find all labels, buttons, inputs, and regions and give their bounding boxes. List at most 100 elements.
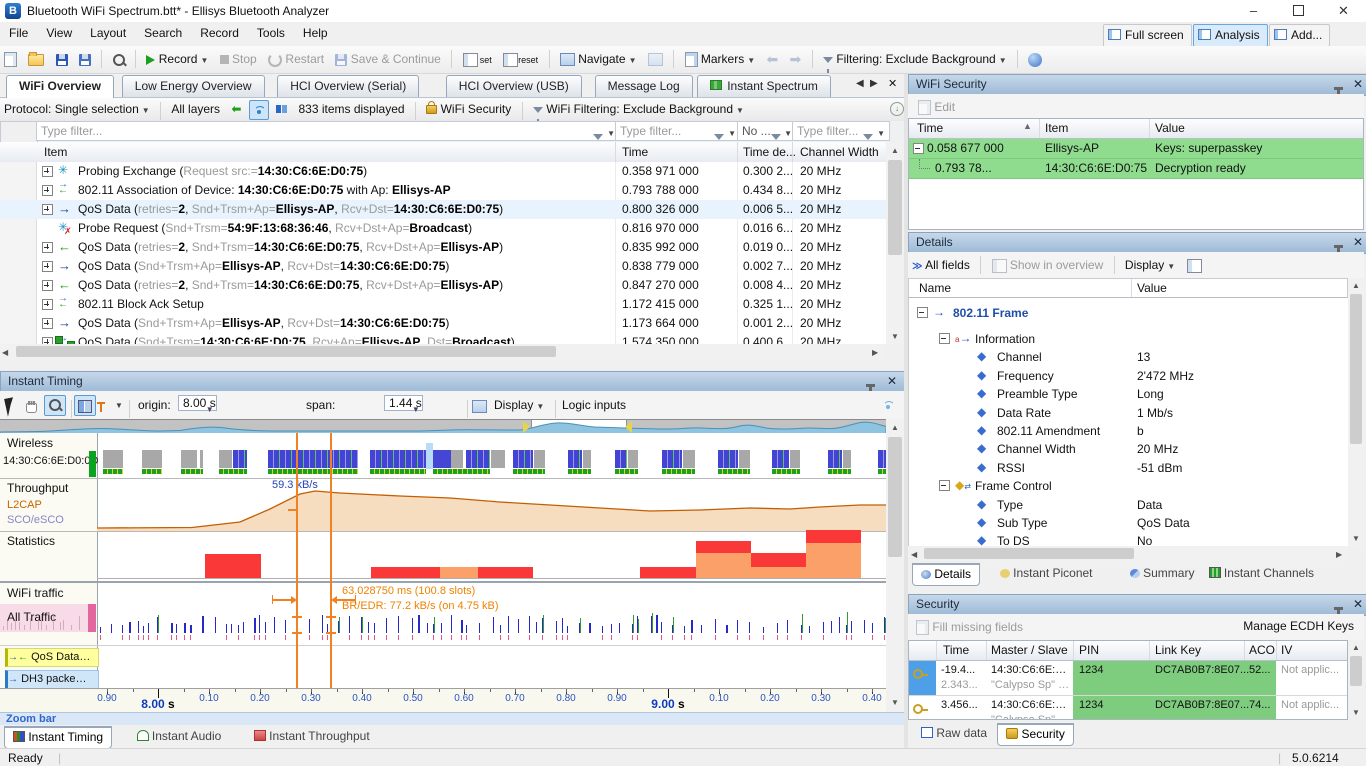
table-row[interactable]: ✳✗Probe Request (Snd+Trsm=54:9F:13:68:36… (0, 219, 886, 238)
select-tool-icon[interactable] (4, 397, 17, 416)
column-header-name[interactable]: Name (919, 281, 951, 295)
tab-message-log[interactable]: Message Log (595, 75, 693, 97)
tab-low-energy-overview[interactable]: Low Energy Overview (122, 75, 265, 97)
minimize-button[interactable]: – (1231, 0, 1276, 22)
tab-scroll-right-icon[interactable]: ▶ (870, 78, 878, 89)
collapse-icon[interactable] (917, 307, 928, 318)
tree-row[interactable]: ◆Sub TypeQoS Data (909, 514, 1348, 532)
tab-instant-channels[interactable]: Instant Channels (1200, 563, 1323, 585)
menu-help[interactable]: Help (294, 22, 337, 44)
filter-funnel-icon[interactable] (771, 134, 781, 140)
stop-button[interactable]: Stop (216, 48, 261, 70)
tree-row[interactable]: ◆To DSNo (909, 532, 1348, 546)
tree-row[interactable]: ◆Channel Width20 MHz (909, 440, 1348, 458)
find-button[interactable] (109, 48, 129, 70)
expand-icon[interactable] (42, 185, 53, 196)
zoom-handle-left[interactable] (523, 421, 530, 433)
column-header-item[interactable]: Item (44, 145, 67, 159)
details-vscrollbar[interactable]: ▲ ▼ (1348, 278, 1364, 546)
menu-layout[interactable]: Layout (81, 22, 135, 44)
marker2-chip[interactable]: → DH3 packet (... (5, 670, 99, 688)
tree-row[interactable]: ◆Channel13 (909, 348, 1348, 366)
tab-instant-piconet[interactable]: Instant Piconet (991, 563, 1102, 585)
table-row[interactable]: -19.4...2.343...14:30:C6:6E:D0..."Calyps… (909, 661, 1347, 696)
column-header-time[interactable]: Time (917, 121, 943, 135)
tree-row[interactable]: ◆TypeData (909, 496, 1348, 514)
wifi-layer-toggle[interactable] (249, 100, 269, 120)
tree-row[interactable]: ◆Data Rate1 Mb/s (909, 404, 1348, 422)
security-vscrollbar[interactable]: ▲ ▼ (1348, 640, 1364, 720)
tab-hci-overview-usb-[interactable]: HCI Overview (USB) (446, 75, 582, 97)
tab-instant-spectrum[interactable]: Instant Spectrum (697, 75, 831, 97)
wifi-security-header[interactable]: WiFi Security ✕ (908, 74, 1366, 96)
tab-instant-timing[interactable]: Instant Timing (4, 726, 112, 749)
table-row[interactable]: ←QoS Data (retries=2, Snd+Trsm=14:30:C6:… (0, 238, 886, 257)
filter-chevron-icon[interactable]: ▼ (607, 125, 615, 143)
display-menu[interactable]: Display▼ (494, 398, 544, 412)
tab-summary[interactable]: Summary (1121, 563, 1204, 585)
panel-close-icon[interactable]: ✕ (887, 372, 897, 391)
column-header-pin[interactable]: PIN (1079, 643, 1099, 657)
add-perspective-button[interactable]: Add... (1269, 24, 1330, 47)
show-in-overview-button[interactable]: Show in overview (988, 254, 1108, 276)
maximize-button[interactable] (1276, 0, 1321, 22)
scroll-left-icon[interactable]: ◀ (911, 550, 917, 559)
filter-funnel-icon[interactable] (863, 134, 873, 140)
tree-row[interactable]: ◆RSSI-51 dBm (909, 459, 1348, 477)
tree-row[interactable]: ◆802.11 Amendmentb (909, 422, 1348, 440)
menu-file[interactable]: File (0, 22, 37, 44)
close-button[interactable]: ✕ (1321, 0, 1366, 22)
time-filter-input[interactable]: Type filter... ▼ (615, 121, 741, 141)
markers-button[interactable]: Markers▼ (681, 48, 760, 70)
display-options-icon[interactable] (472, 400, 487, 413)
overview-hscrollbar[interactable]: ◀ ▶ (0, 344, 886, 359)
zoom-bar-strip[interactable]: Zoom bar (0, 712, 905, 725)
marker-tool-icon[interactable] (100, 402, 102, 412)
table-row[interactable]: ←QoS Data (retries=2, Snd+Trsm=14:30:C6:… (0, 276, 886, 295)
restart-button[interactable]: Restart (264, 48, 328, 70)
wifi-filtering-button[interactable]: WiFi Filtering: Exclude Background▼ (529, 98, 748, 120)
tab-close-icon[interactable]: ✕ (888, 77, 897, 90)
scroll-up-icon[interactable]: ▲ (886, 142, 904, 155)
tree-row[interactable]: ◆Frequency2'472 MHz (909, 367, 1348, 385)
all-fields-button[interactable]: ≫ All fields (908, 254, 974, 276)
navigate-secondary-button[interactable] (644, 48, 667, 70)
all-layers-label[interactable]: All layers (167, 98, 224, 120)
timing-tracks[interactable]: Wireless 14:30:C6:6E:D0:0D Throughput L2… (0, 433, 886, 688)
span-input[interactable]: 1.44 s▼ (384, 395, 423, 411)
column-header-iv[interactable]: IV (1281, 643, 1292, 657)
chevron-down-icon[interactable]: ▼ (115, 401, 123, 410)
item-filter-input[interactable]: Type filter... ▼ (36, 121, 620, 141)
tab-instant-audio[interactable]: Instant Audio (128, 726, 231, 748)
column-header-width[interactable]: Channel Width (800, 145, 879, 159)
filter-chevron-icon[interactable]: ▼ (784, 125, 792, 143)
scroll-right-icon[interactable]: ▶ (872, 348, 878, 357)
menu-tools[interactable]: Tools (248, 22, 294, 44)
record-button[interactable]: Record▼ (142, 48, 212, 70)
expand-icon[interactable] (42, 242, 53, 253)
zoom-tool-button[interactable] (44, 395, 66, 416)
tab-hci-overview-serial-[interactable]: HCI Overview (Serial) (277, 75, 419, 97)
collapse-icon[interactable] (913, 143, 924, 154)
table-row[interactable]: →QoS Data (retries=2, Snd+Trsm+Ap=Ellisy… (0, 200, 886, 219)
manage-ecdh-keys-button[interactable]: Manage ECDH Keys (1243, 619, 1354, 633)
scroll-right-icon[interactable]: ▶ (1336, 550, 1342, 559)
goto-icon[interactable]: ↓ (890, 102, 904, 116)
tab-security[interactable]: Security (997, 723, 1074, 746)
scroll-up-icon[interactable]: ▲ (1348, 278, 1364, 290)
column-header-item[interactable]: Item (1045, 121, 1068, 135)
table-row[interactable]: →←QoS Data (Snd+Trsm=14:30:C6:6E:D0:75, … (0, 333, 886, 344)
tab-wifi-overview[interactable]: WiFi Overview (6, 75, 114, 98)
table-row[interactable]: →QoS Data (Snd+Trsm+Ap=Ellisys-AP, Rcv+D… (0, 314, 886, 333)
menu-view[interactable]: View (37, 22, 81, 44)
column-header-time[interactable]: Time (622, 145, 648, 159)
details-hscrollbar[interactable]: ◀ ▶ (908, 546, 1348, 561)
tree-row[interactable]: ◆Preamble TypeLong (909, 385, 1348, 403)
save-as-button[interactable] (75, 48, 95, 70)
next-marker-button[interactable]: ➡ (786, 48, 806, 70)
marker1-chip[interactable]: →← QoS Data (ret... (5, 648, 99, 667)
save-continue-button[interactable]: Save & Continue (331, 48, 444, 70)
table-row[interactable]: →←802.11 Block Ack Setup1.172 415 0000.3… (0, 295, 886, 314)
column-header-linkkey[interactable]: Link Key (1155, 643, 1201, 657)
split-view-button[interactable] (74, 395, 96, 416)
